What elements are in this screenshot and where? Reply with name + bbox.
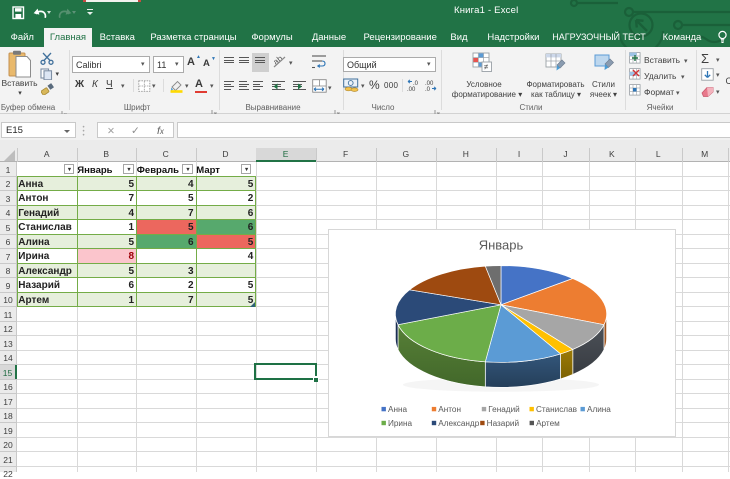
svg-text:.0: .0 bbox=[425, 87, 431, 92]
svg-text:Генадий: Генадий bbox=[489, 405, 520, 414]
svg-text:≠: ≠ bbox=[484, 63, 489, 72]
svg-text:Анна: Анна bbox=[388, 405, 408, 414]
svg-text:Алина: Алина bbox=[587, 405, 611, 414]
svg-text:Александр: Александр bbox=[439, 419, 480, 428]
svg-text:Ирина: Ирина bbox=[388, 419, 413, 428]
svg-text:Январь: Январь bbox=[479, 238, 524, 253]
svg-text:Артем: Артем bbox=[536, 419, 560, 428]
svg-text:Назарий: Назарий bbox=[487, 419, 519, 428]
svg-text:Станислав: Станислав bbox=[536, 405, 577, 414]
svg-text:Антон: Антон bbox=[439, 405, 462, 414]
svg-text:.00: .00 bbox=[407, 87, 416, 92]
